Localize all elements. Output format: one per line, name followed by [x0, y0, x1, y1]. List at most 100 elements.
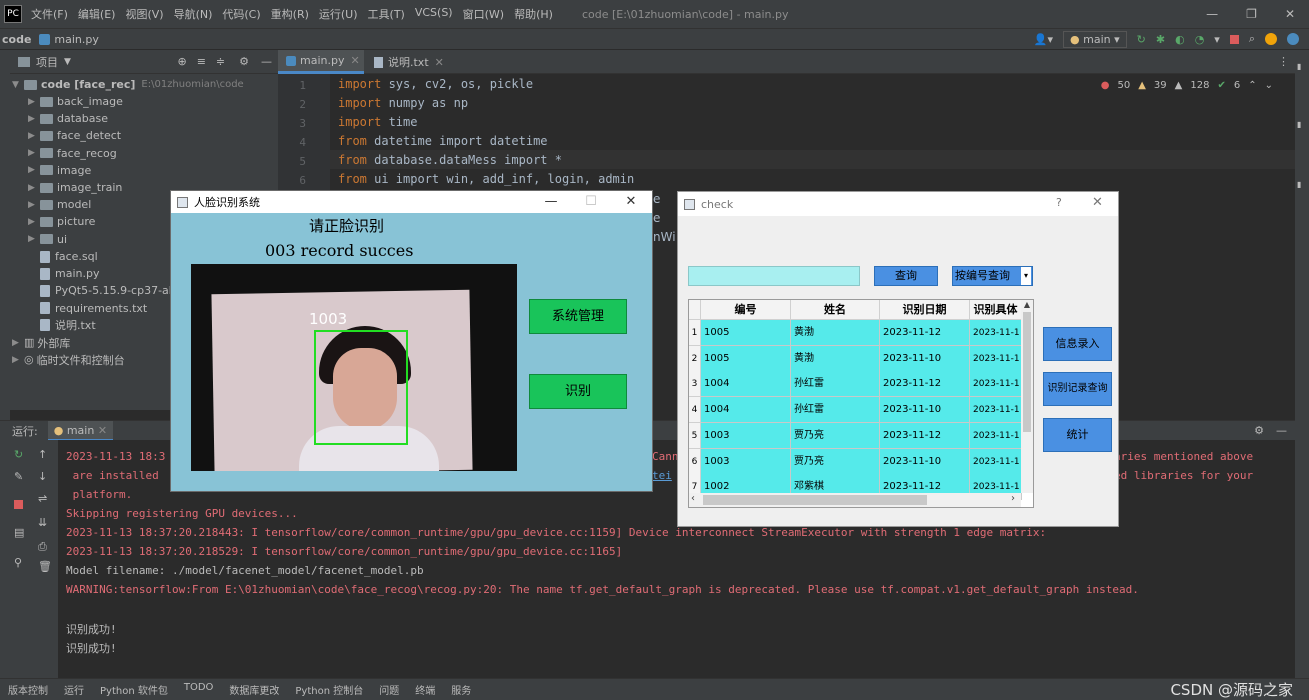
close-tab-icon[interactable]: ✕ — [350, 54, 359, 67]
status-bar-item[interactable]: 数据库更改 — [221, 682, 287, 697]
tab-main-py[interactable]: main.py ✕ — [278, 50, 364, 74]
maximize-icon[interactable]: ❐ — [1246, 7, 1257, 21]
menu-item[interactable]: 导航(N) — [169, 6, 218, 22]
tree-external-libs[interactable]: ▶▥ 外部库 — [12, 334, 70, 351]
tabs-menu-icon[interactable]: ⋮ — [1278, 55, 1289, 68]
query-button[interactable]: 查询 — [874, 266, 938, 286]
database-tool-icon[interactable]: ▮ — [1297, 62, 1307, 92]
cell-id[interactable]: 1004 — [701, 371, 791, 397]
cell-name[interactable]: 孙红雷 — [791, 397, 880, 423]
breadcrumb-project[interactable]: code — [0, 33, 31, 46]
status-bar-item[interactable]: 终端 — [407, 682, 443, 697]
status-bar-item[interactable]: TODO — [176, 682, 222, 697]
tree-file[interactable]: face.sql — [40, 248, 98, 265]
cell-id[interactable]: 1003 — [701, 449, 791, 475]
tree-folder[interactable]: ▶image — [28, 162, 91, 179]
pin-icon[interactable]: ⚲ — [14, 556, 22, 569]
column-header-id[interactable]: 编号 — [701, 300, 791, 320]
collapse-all-icon[interactable]: ≡ — [197, 55, 206, 68]
debug-icon[interactable]: ✱ — [1156, 33, 1165, 46]
table-row[interactable]: 31004孙红雷2023-11-122023-11-1 — [689, 371, 1034, 397]
cell-time[interactable]: 2023-11-1 — [970, 346, 1022, 372]
cell-name[interactable]: 黄渤 — [791, 346, 880, 372]
table-row[interactable]: 61003贾乃亮2023-11-102023-11-1 — [689, 449, 1034, 475]
info-entry-button[interactable]: 信息录入 — [1043, 327, 1112, 361]
profile-icon[interactable]: ◔ — [1195, 33, 1205, 46]
scroll-up-icon[interactable]: ▲ — [1021, 300, 1033, 312]
tree-file[interactable]: 说明.txt — [40, 317, 96, 334]
cell-time[interactable]: 2023-11-1 — [970, 397, 1022, 423]
status-bar-item[interactable]: 运行 — [56, 682, 92, 697]
run-config-selector[interactable]: ● main ▾ — [1063, 31, 1127, 48]
trash-icon[interactable]: 🗑 — [38, 560, 52, 573]
menu-item[interactable]: 运行(U) — [314, 6, 363, 22]
tree-root[interactable]: ▼ code [face_rec] E:\01zhuomian\code — [12, 76, 244, 93]
menu-item[interactable]: 重构(R) — [266, 6, 314, 22]
cell-date[interactable]: 2023-11-10 — [880, 449, 970, 475]
cell-date[interactable]: 2023-11-10 — [880, 397, 970, 423]
cell-name[interactable]: 孙红雷 — [791, 371, 880, 397]
rerun-icon[interactable]: ↻ — [14, 448, 23, 461]
system-admin-button[interactable]: 系统管理 — [529, 299, 627, 334]
column-header-name[interactable]: 姓名 — [791, 300, 880, 320]
cell-date[interactable]: 2023-11-12 — [880, 371, 970, 397]
notifications-tool-icon[interactable]: ▮ — [1297, 180, 1307, 210]
settings-icon[interactable]: ⚙ — [239, 55, 249, 68]
breadcrumb-file[interactable]: main.py — [54, 33, 98, 46]
coverage-icon[interactable]: ◐ — [1175, 33, 1185, 46]
user-icon[interactable]: 👤▾ — [1034, 33, 1053, 46]
tree-file[interactable]: PyQt5-5.15.9-cp37-ab — [40, 282, 176, 299]
cell-time[interactable]: 2023-11-1 — [970, 320, 1022, 346]
run-tab-main[interactable]: ● main ✕ — [48, 421, 113, 441]
cell-name[interactable]: 贾乃亮 — [791, 449, 880, 475]
cell-id[interactable]: 1005 — [701, 346, 791, 372]
cell-name[interactable]: 黄渤 — [791, 320, 880, 346]
cell-id[interactable]: 1003 — [701, 423, 791, 449]
scroll-left-icon[interactable]: ‹ — [691, 493, 695, 504]
cell-name[interactable]: 贾乃亮 — [791, 423, 880, 449]
tree-folder[interactable]: ▶picture — [28, 213, 95, 230]
cell-id[interactable]: 1004 — [701, 397, 791, 423]
menu-item[interactable]: VCS(S) — [410, 6, 458, 22]
tree-folder[interactable]: ▶database — [28, 110, 108, 127]
expand-all-icon[interactable]: ≑ — [216, 55, 225, 68]
tree-folder[interactable]: ▶back_image — [28, 93, 123, 110]
status-bar-item[interactable]: Python 控制台 — [287, 682, 371, 697]
cell-date[interactable]: 2023-11-10 — [880, 346, 970, 372]
tree-file[interactable]: requirements.txt — [40, 300, 147, 317]
close-icon[interactable]: ✕ — [1285, 7, 1295, 21]
hide-panel-icon[interactable]: — — [261, 55, 272, 68]
tree-folder[interactable]: ▶face_recog — [28, 145, 117, 162]
help-icon[interactable]: ? — [1056, 196, 1062, 209]
close-icon[interactable]: ✕ — [1092, 195, 1103, 210]
search-input[interactable] — [688, 266, 860, 286]
hide-panel-icon[interactable]: — — [1276, 424, 1287, 437]
close-tab-icon[interactable]: ✕ — [435, 56, 444, 69]
tab-readme[interactable]: 说明.txt ✕ — [368, 50, 448, 74]
print-icon[interactable]: ⎙ — [38, 540, 47, 554]
tree-folder[interactable]: ▶image_train — [28, 179, 122, 196]
recognize-button[interactable]: 识别 — [529, 374, 627, 409]
chevron-down-icon[interactable]: ⌄ — [1265, 80, 1273, 91]
statistics-button[interactable]: 统计 — [1043, 418, 1112, 452]
column-header-time[interactable]: 识别具体 — [970, 300, 1022, 320]
cell-time[interactable]: 2023-11-1 — [970, 423, 1022, 449]
vertical-scrollbar[interactable]: ▲ — [1021, 300, 1033, 493]
horizontal-scrollbar[interactable]: ‹ › — [689, 493, 1021, 507]
menu-item[interactable]: 文件(F) — [26, 6, 73, 22]
cell-time[interactable]: 2023-11-1 — [970, 371, 1022, 397]
records-table[interactable]: 编号 姓名 识别日期 识别具体 11005黄渤2023-11-122023-11… — [688, 299, 1034, 508]
stop-icon[interactable] — [14, 500, 23, 509]
stop-icon[interactable] — [1230, 35, 1239, 44]
tree-folder[interactable]: ▶ui — [28, 231, 67, 248]
query-mode-select[interactable]: 按编号查询 ▾ — [952, 266, 1033, 286]
cell-date[interactable]: 2023-11-12 — [880, 423, 970, 449]
scroll-right-icon[interactable]: › — [1011, 493, 1015, 504]
status-bar-item[interactable]: 版本控制 — [0, 682, 56, 697]
table-row[interactable]: 11005黄渤2023-11-122023-11-1 — [689, 320, 1034, 346]
table-row[interactable]: 21005黄渤2023-11-102023-11-1 — [689, 346, 1034, 372]
tree-folder[interactable]: ▶model — [28, 196, 91, 213]
locate-icon[interactable]: ⊕ — [177, 55, 186, 68]
plugin-icon[interactable] — [1287, 33, 1299, 45]
status-bar-item[interactable]: 服务 — [443, 682, 479, 697]
